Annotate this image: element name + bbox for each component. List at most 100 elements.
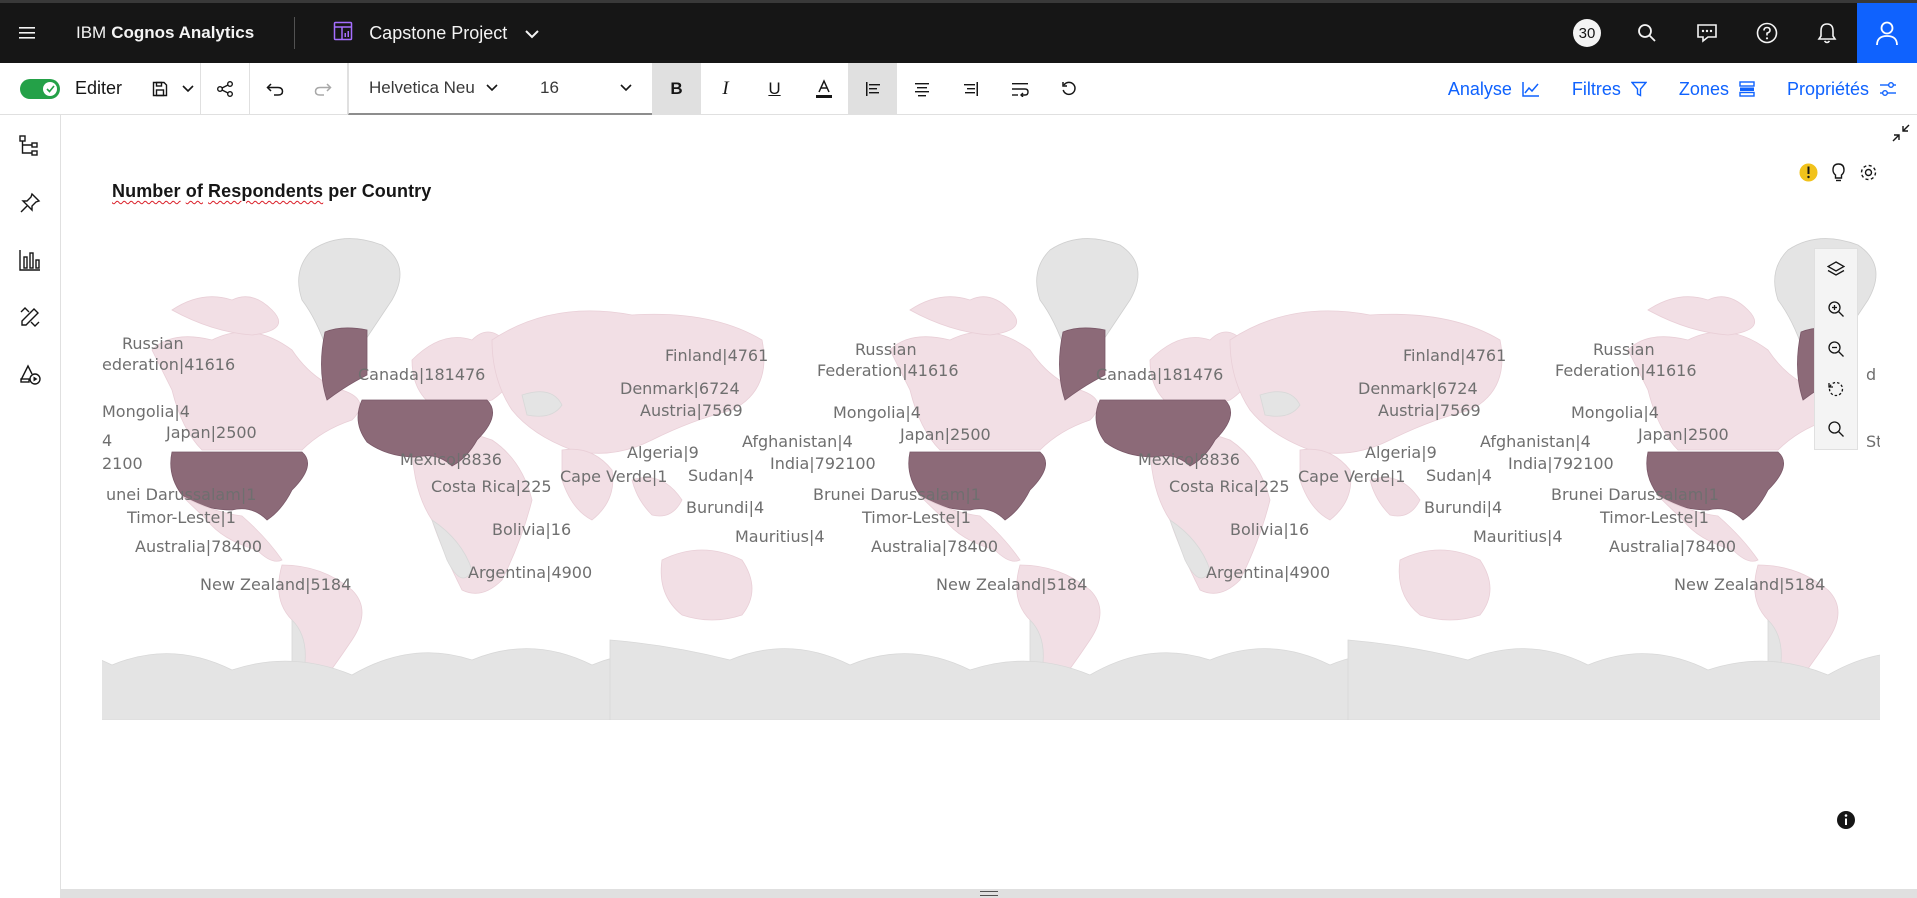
align-right-button[interactable] (946, 63, 995, 115)
user-icon (1876, 21, 1898, 46)
search-button[interactable] (1617, 3, 1677, 63)
product-brand[interactable]: IBM Cognos Analytics (54, 17, 296, 49)
map-label: Burundi|4 (1424, 498, 1502, 517)
help-button[interactable] (1737, 3, 1797, 63)
panel-resize-handle[interactable] (61, 889, 1917, 898)
save-button[interactable] (145, 63, 175, 115)
analyse-link[interactable]: Analyse (1448, 79, 1540, 100)
data-sources-button[interactable] (0, 117, 60, 174)
reset-view-button[interactable] (1815, 369, 1857, 409)
title-word-3: Respondents (208, 181, 324, 201)
collapse-button[interactable] (1891, 123, 1911, 148)
visualizations-button[interactable] (0, 231, 60, 288)
help-icon (1756, 22, 1778, 44)
map-label: Australia|78400 (1609, 537, 1736, 556)
reset-format-button[interactable] (1044, 63, 1093, 115)
map-label: Timor-Leste|1 (861, 508, 971, 527)
brand-name: Cognos Analytics (111, 23, 255, 42)
bold-button[interactable]: B (652, 62, 701, 115)
save-icon (152, 81, 168, 96)
settings-icon[interactable] (1858, 162, 1879, 183)
map-label: Afghanistan|4 (742, 432, 853, 451)
redo-button[interactable] (299, 62, 348, 115)
map-label: Argentina|4900 (1206, 563, 1330, 582)
map-label: d (1866, 365, 1876, 384)
map-label: Brunei Darussalam|1 (813, 485, 981, 504)
font-family-value: Helvetica Neu (369, 77, 475, 97)
dashboard-icon (333, 21, 353, 46)
share-button[interactable] (201, 62, 250, 115)
bell-icon (1817, 23, 1837, 44)
font-size-select[interactable]: 16 (518, 63, 652, 115)
map-info-button[interactable] (1835, 809, 1857, 831)
toolbar-panel-links: Analyse Filtres Zones Propriétés (1448, 63, 1917, 115)
italic-button[interactable]: I (701, 63, 750, 115)
zones-label: Zones (1678, 78, 1729, 99)
pin-button[interactable] (0, 174, 60, 231)
text-color-button[interactable] (799, 63, 848, 115)
filters-link[interactable]: Filtres (1572, 79, 1647, 100)
edit-mode-toggle[interactable] (20, 78, 60, 99)
notifications-button[interactable] (1797, 3, 1857, 63)
title-word-1: Number (112, 181, 181, 201)
resize-grip-icon (980, 891, 998, 896)
map-label: Mauritius|4 (1473, 527, 1563, 546)
zones-link[interactable]: Zones (1679, 79, 1755, 100)
map-label: Russian (855, 340, 917, 359)
user-avatar-button[interactable] (1857, 3, 1917, 63)
zoom-in-button[interactable] (1815, 289, 1857, 329)
map-label: New Zealand|5184 (936, 575, 1087, 594)
undo-icon (265, 82, 283, 96)
line-chart-icon (1522, 82, 1539, 97)
underline-button[interactable]: U (750, 63, 799, 115)
map-label: Mexico|8836 (400, 450, 502, 469)
text-wrap-button[interactable] (995, 63, 1044, 115)
assistant-icon (20, 363, 41, 385)
map-label: Sudan|4 (688, 466, 754, 485)
search-icon (1638, 24, 1656, 42)
properties-link[interactable]: Propriétés (1787, 79, 1897, 100)
map-label: Cape Verde|1 (560, 467, 667, 486)
map-label: Canada|181476 (358, 365, 485, 384)
chat-button[interactable] (1677, 3, 1737, 63)
map-label: 2100 (102, 454, 143, 473)
info-icon (1837, 811, 1855, 829)
align-center-button[interactable] (897, 63, 946, 115)
map-label: Timor-Leste|1 (126, 508, 236, 527)
chevron-down-icon (620, 83, 632, 91)
map-label: ederation|41616 (102, 355, 235, 374)
map-label: Algeria|9 (1365, 443, 1437, 462)
map-search-button[interactable] (1815, 409, 1857, 449)
map-label: Australia|78400 (135, 537, 262, 556)
map-label: India|792100 (1508, 454, 1614, 473)
save-options-dropdown[interactable] (175, 62, 201, 115)
warning-icon[interactable] (1798, 162, 1819, 183)
map-label: Russian (1593, 340, 1655, 359)
filters-label: Filtres (1571, 78, 1621, 99)
font-family-select[interactable]: Helvetica Neu (348, 62, 518, 115)
undo-button[interactable] (250, 63, 299, 115)
visualization-actions (1798, 162, 1879, 183)
assets-button[interactable] (0, 288, 60, 345)
project-selector[interactable]: Capstone Project (333, 21, 539, 46)
edit-toolbar: Editer Helvetica Neu 16 B I U Analyse Fi… (0, 62, 1917, 115)
zoom-out-icon (1828, 341, 1844, 357)
world-map-visualization[interactable]: Russian ederation|41616 Mongolia|4 Japan… (102, 220, 1880, 720)
map-label: Australia|78400 (871, 537, 998, 556)
map-label: Timor-Leste|1 (1599, 508, 1709, 527)
map-label: Mongolia|4 (102, 402, 190, 421)
map-label: Mexico|8836 (1138, 450, 1240, 469)
map-label: Burundi|4 (686, 498, 764, 517)
title-word-2: of (185, 181, 203, 201)
map-label: Costa Rica|225 (431, 477, 552, 496)
align-left-button[interactable] (848, 62, 897, 115)
layers-button[interactable] (1815, 249, 1857, 289)
lightbulb-icon[interactable] (1828, 162, 1849, 183)
notification-count-button[interactable]: 30 (1557, 3, 1617, 63)
map-label: Mongolia|4 (833, 403, 921, 422)
hamburger-menu-button[interactable] (0, 3, 54, 63)
zoom-out-button[interactable] (1815, 329, 1857, 369)
ai-assistant-button[interactable] (0, 345, 60, 402)
alaska-region-2 (1059, 327, 1106, 401)
visualization-title[interactable]: Number of Respondents per Country (112, 181, 431, 202)
